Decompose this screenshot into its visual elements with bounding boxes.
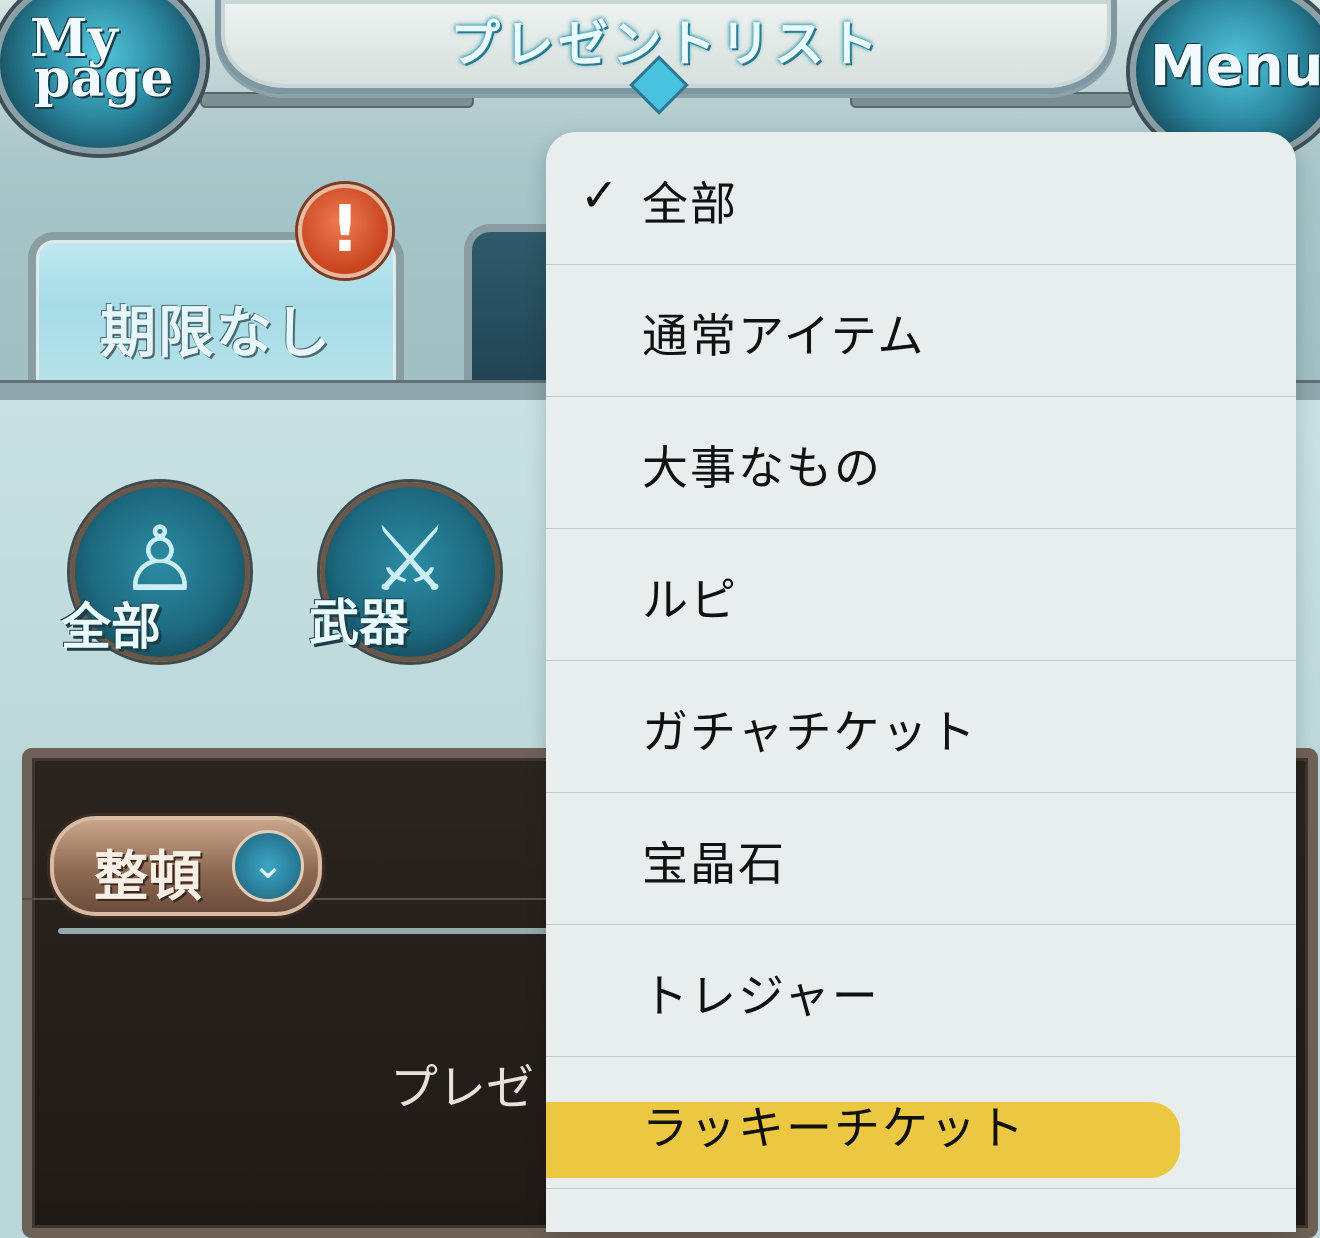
category-all-label: 全部: [61, 598, 161, 656]
menu-item-label: 宝晶石: [642, 837, 786, 891]
category-weapon-button[interactable]: ⚔ 武器: [309, 482, 500, 662]
menu-item-crystal[interactable]: 宝晶石: [546, 792, 1296, 925]
menu-item-label: トレジャー: [642, 969, 880, 1023]
menu-item-gacha-ticket[interactable]: ガチャチケット: [546, 660, 1296, 793]
menu-label: Menu: [1150, 34, 1320, 99]
category-weapon-label: 武器: [309, 594, 409, 652]
menu-item-normal-items[interactable]: 通常アイテム: [546, 264, 1296, 397]
menu-item-label: ルピ: [642, 573, 738, 627]
mypage-button[interactable]: My page: [0, 0, 206, 154]
alert-badge-icon: !: [298, 184, 392, 278]
sort-button[interactable]: 整頓 ⌄: [50, 816, 322, 916]
menu-item-important[interactable]: 大事なもの: [546, 396, 1296, 529]
menu-item-label: 通常アイテム: [642, 309, 926, 363]
header-ornament-right: [850, 92, 1134, 108]
double-chevron-down-icon: ⌄: [232, 830, 304, 902]
filter-dropdown-menu: ✓ 全部 通常アイテム 大事なもの ルピ ガチャチケット 宝晶石 トレジャー ラ…: [546, 132, 1296, 1232]
category-all-button[interactable]: ♙ 全部: [61, 482, 250, 662]
header-ornament-left: [200, 92, 474, 108]
menu-item-lucky-ticket[interactable]: ラッキーチケット: [546, 1056, 1296, 1189]
sort-label: 整頓: [94, 845, 202, 908]
panel-rail: [58, 928, 558, 934]
empty-list-message: プレゼ: [390, 1060, 535, 1116]
tab-no-expiry-label: 期限なし: [100, 301, 332, 366]
mypage-label-line2: page: [34, 48, 174, 109]
menu-item-rupie[interactable]: ルピ: [546, 528, 1296, 661]
menu-item-treasure[interactable]: トレジャー: [546, 924, 1296, 1057]
menu-item-label: ガチャチケット: [642, 705, 978, 759]
menu-item-all[interactable]: ✓ 全部: [546, 132, 1296, 265]
menu-item-label: 全部: [642, 177, 738, 231]
menu-item-label: 大事なもの: [642, 441, 882, 495]
checkmark-icon: ✓: [580, 168, 619, 222]
menu-item-label: ラッキーチケット: [642, 1101, 1026, 1155]
